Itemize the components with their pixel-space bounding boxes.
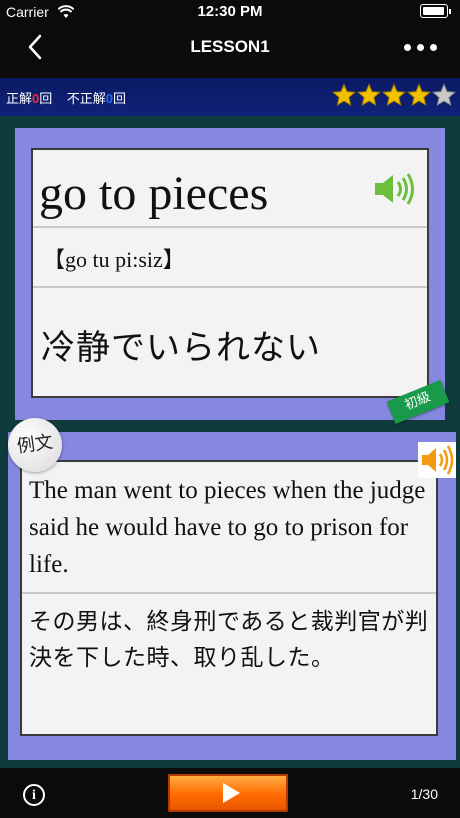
incorrect-count: 0: [105, 91, 113, 106]
example-japanese-text: その男は、終身刑であると裁判官が判決を下した時、取り乱した。: [29, 609, 429, 671]
speaker-icon[interactable]: [373, 172, 417, 206]
score-summary: 正解0回 不正解0回: [6, 88, 126, 107]
correct-unit: 回: [39, 91, 53, 106]
page-indicator: 1/30: [410, 786, 438, 802]
incorrect-label: 不正解: [66, 91, 106, 106]
correct-label: 正解: [6, 91, 33, 106]
star-rating[interactable]: [332, 83, 456, 107]
example-card[interactable]: The man went to pieces when the judge sa…: [20, 460, 438, 736]
page-title: LESSON1: [190, 37, 270, 56]
meaning-text: 冷静でいられない: [41, 328, 321, 368]
bottom-toolbar: i 1/30: [0, 768, 460, 818]
star-filled-icon[interactable]: [407, 83, 431, 107]
pronunciation-text: 【go tu pi:siz】: [43, 247, 185, 272]
more-options-button[interactable]: [404, 44, 438, 52]
play-button[interactable]: [168, 774, 288, 812]
divider: [33, 286, 427, 288]
example-speaker-icon[interactable]: [418, 442, 456, 478]
incorrect-unit: 回: [112, 91, 126, 106]
example-english-text: The man went to pieces when the judge sa…: [29, 477, 426, 578]
word-text: go to pieces: [39, 167, 269, 220]
divider: [33, 226, 427, 228]
star-filled-icon[interactable]: [382, 83, 406, 107]
play-icon: [223, 783, 240, 803]
star-filled-icon[interactable]: [357, 83, 381, 107]
status-time: 12:30 PM: [197, 3, 263, 20]
star-empty-icon[interactable]: [432, 83, 456, 107]
example-card-frame: The man went to pieces when the judge sa…: [8, 432, 456, 760]
word-card-frame: go to pieces 【go tu pi:siz】 冷静でいられない 初級: [15, 128, 450, 424]
nav-bar: LESSON1: [0, 24, 460, 70]
status-bar: Carrier 12:30 PM: [0, 0, 460, 24]
star-filled-icon[interactable]: [332, 83, 356, 107]
battery-icon: [420, 4, 451, 18]
divider: [22, 592, 436, 594]
info-button[interactable]: i: [23, 784, 45, 806]
word-card[interactable]: go to pieces 【go tu pi:siz】 冷静でいられない: [31, 148, 429, 398]
score-strip: 正解0回 不正解0回: [0, 78, 460, 116]
